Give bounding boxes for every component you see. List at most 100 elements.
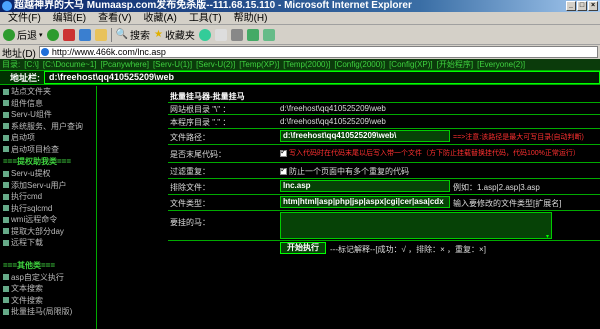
address-input[interactable]: http://www.466k.com/lnc.asp (38, 46, 598, 58)
sidebar-item[interactable]: Serv-u提权 (0, 168, 96, 180)
menu-edit[interactable]: 编辑(E) (47, 12, 92, 24)
mail-button[interactable] (214, 28, 227, 41)
sidebar-item[interactable]: 远程下载 (0, 237, 96, 249)
dir-label: 目录: (2, 60, 21, 69)
sidebar: 站点文件夹 组件信息 Serv-U组件 系统服务、用户查询 启动项 启动项目检查… (0, 86, 96, 329)
exclude-input[interactable]: lnc.asp (280, 180, 450, 192)
favorites-label: 收藏夹 (164, 31, 195, 42)
batch-inject-panel: 批量挂马器-批量挂马 网站根目录 "\" ： d:\freehost\qq410… (168, 89, 600, 329)
sidebar-item[interactable]: 批量挂马(局限版) (0, 306, 96, 318)
sidebar-group-title: ===提权助我类=== (3, 157, 72, 166)
messenger-button[interactable] (262, 28, 275, 41)
close-button[interactable]: × (588, 1, 598, 11)
append-label: 是否末尾代码： (170, 150, 226, 159)
script-icon (3, 274, 9, 281)
address-url: http://www.466k.com/lnc.asp (51, 47, 166, 57)
resize-grip-icon: ▾ (546, 234, 550, 240)
sidebar-item[interactable]: 文件搜索 (0, 295, 96, 307)
search-icon: 🔍 (115, 29, 128, 40)
web-root-row: 网站根目录 "\" ： d:\freehost\qq410525209\web (168, 102, 600, 114)
sidebar-item[interactable]: 启动项 (0, 132, 96, 144)
sidebar-item[interactable]: 系统服务、用户查询 (0, 121, 96, 133)
file-path-input[interactable]: d:\freehost\qq410525209\web\ (280, 130, 450, 142)
dir-link-config-xp[interactable]: [Config(XP)] (387, 59, 435, 70)
dir-link-servu-2[interactable]: [Serv-U(2)] (194, 59, 237, 70)
code-label: 要挂的马： (170, 218, 210, 227)
filetype-input[interactable]: htm|html|asp|php|jsp|aspx|cgi|cer|asa|cd… (280, 196, 450, 208)
append-row: 是否末尾代码： 写入代码时在代码末尾以后写入带一个文件（方下防止挂载替换挂代码，… (168, 144, 600, 162)
submit-row: 开始执行 ---标记解释--[成功：√ ，排除：× ，重复：×] (168, 240, 600, 256)
forward-button[interactable] (46, 28, 59, 41)
path-input[interactable]: d:\freehost\qq410525209\web (44, 71, 600, 84)
sidebar-item[interactable]: 组件信息 (0, 98, 96, 110)
dir-link-startup[interactable]: [开始程序] (435, 59, 475, 70)
download-icon (3, 239, 9, 246)
filter-label: 过滤重复： (170, 167, 210, 176)
sidebar-group-title: ===其他类=== (3, 260, 56, 270)
dir-link-config-2000[interactable]: [Config(2000)] (332, 59, 387, 70)
sidebar-item[interactable]: 文本搜索 (0, 283, 96, 295)
sidebar-item[interactable]: 添加Serv-u用户 (0, 180, 96, 192)
menu-tools[interactable]: 工具(T) (183, 12, 228, 24)
stop-button[interactable] (62, 28, 75, 41)
dir-link-temp-xp[interactable]: [Temp(XP)] (237, 59, 281, 70)
sidebar-item[interactable]: 执行cmd (0, 191, 96, 203)
current-dir-label: 本程序目录 "." ： (170, 118, 231, 127)
append-checkbox[interactable] (280, 147, 287, 157)
code-textarea[interactable] (280, 212, 552, 239)
startup-icon (3, 134, 9, 141)
menu-favorites[interactable]: 收藏(A) (137, 12, 182, 24)
sidebar-item[interactable]: 执行sqlcmd (0, 203, 96, 215)
sidebar-item[interactable]: 启动项目检查 (0, 144, 96, 156)
dir-link-c[interactable]: [C:\] (22, 59, 41, 70)
filter-checkbox[interactable] (280, 165, 287, 176)
tool-icon (3, 216, 9, 223)
start-execute-button[interactable]: 开始执行 (280, 242, 326, 254)
filetype-row: 文件类型： htm|html|asp|php|jsp|aspx|cgi|cer|… (168, 194, 600, 210)
directory-links-bar: 目录: [C:\] [C:\Docume~1] [Pcanywhere] [Se… (0, 59, 600, 70)
menu-help[interactable]: 帮助(H) (228, 12, 274, 24)
page-icon (40, 48, 49, 56)
file-path-hint: ==>注意:该路径是最大可写目录(自动判断) (453, 134, 584, 141)
sidebar-item[interactable]: 站点文件夹 (0, 86, 96, 98)
dir-link-servu-1[interactable]: [Serv-U(1)] (151, 59, 194, 70)
path-label: 地址栏: (10, 73, 40, 83)
favorites-button[interactable]: ★ 收藏夹 (154, 27, 195, 42)
file-path-label: 文件路径： (170, 133, 210, 142)
chevron-down-icon: ▾ (39, 31, 43, 39)
append-option[interactable]: 写入代码时在代码末尾以后写入带一个文件（方下防止挂载替换挂代码，代码100%正常… (280, 147, 580, 158)
path-bar: 地址栏: d:\freehost\qq410525209\web (0, 70, 600, 85)
window-title: 超越神界的大马 Mumaasp.com发布免杀版--111.68.15.110 … (14, 0, 412, 11)
dir-link-temp-2000[interactable]: [Temp(2000)] (281, 59, 332, 70)
browser-toolbar: 后退 ▾ 🔍 搜索 ★ 收藏夹 (0, 25, 600, 45)
filter-option[interactable]: 防止一个页面中有多个重复的代码 (280, 165, 409, 177)
panel-title-row: 批量挂马器-批量挂马 (168, 89, 600, 102)
home-button[interactable] (94, 28, 107, 41)
sidebar-item[interactable]: Serv-U组件 (0, 109, 96, 121)
menu-file[interactable]: 文件(F) (2, 12, 47, 24)
search-button[interactable]: 🔍 搜索 (116, 27, 150, 42)
window-title-bar: 超越神界的大马 Mumaasp.com发布免杀版--111.68.15.110 … (0, 0, 600, 12)
tool-icon (3, 193, 9, 200)
ie-app-icon (2, 1, 12, 11)
sidebar-item[interactable]: asp自定义执行 (0, 272, 96, 284)
tool-icon (3, 205, 9, 212)
menu-view[interactable]: 查看(V) (92, 12, 137, 24)
back-button[interactable]: 后退 ▾ (3, 27, 43, 42)
sidebar-item[interactable]: 提取大部分day (0, 226, 96, 238)
dir-link-everyone[interactable]: [Everyone(2)] (475, 59, 527, 70)
minimize-button[interactable]: _ (566, 1, 576, 11)
refresh-button[interactable] (78, 28, 91, 41)
maximize-button[interactable]: □ (577, 1, 587, 11)
dir-link-pcanywhere[interactable]: [Pcanywhere] (98, 59, 150, 70)
edit-button[interactable] (246, 28, 259, 41)
sidebar-item[interactable]: wmi远程命令 (0, 214, 96, 226)
component-icon (3, 100, 9, 107)
exclude-example: 例如：1.asp|2.asp|3.asp (453, 183, 540, 192)
tool-icon (3, 170, 9, 177)
dir-link-documents[interactable]: [C:\Docume~1] (41, 59, 99, 70)
address-label: 地址(D) (2, 48, 36, 60)
history-button[interactable] (198, 28, 211, 41)
print-button[interactable] (230, 28, 243, 41)
